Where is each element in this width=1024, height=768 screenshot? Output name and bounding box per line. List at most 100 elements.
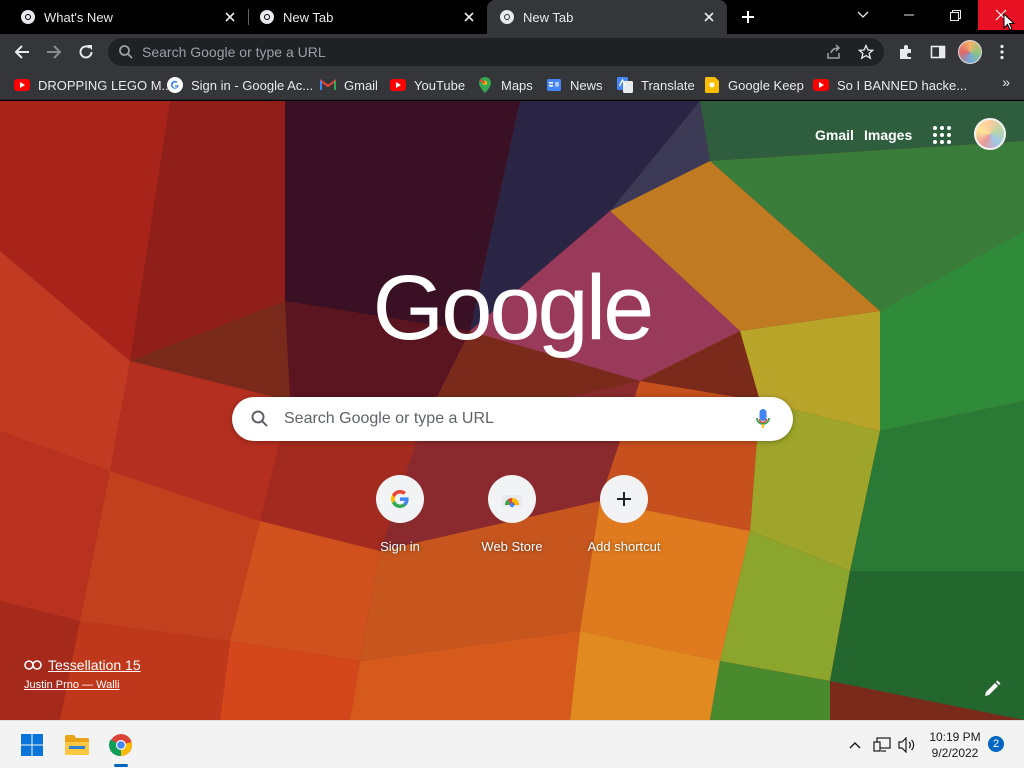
bookmark-item[interactable]: YouTube xyxy=(390,75,465,95)
images-link[interactable]: Images xyxy=(864,127,912,143)
restore-button[interactable] xyxy=(932,0,978,30)
attribution-title-link[interactable]: Tessellation 15 xyxy=(24,657,141,673)
tab-title: What's New xyxy=(44,9,113,25)
windows-logo-icon xyxy=(21,734,43,756)
profile-avatar[interactable] xyxy=(958,40,982,64)
microphone-icon[interactable] xyxy=(755,408,771,430)
restore-icon xyxy=(949,9,961,21)
back-button[interactable] xyxy=(10,40,34,64)
bookmark-item[interactable]: News xyxy=(546,75,603,95)
bookmark-label: Gmail xyxy=(344,77,378,93)
bookmark-item[interactable]: Maps xyxy=(477,75,533,95)
tab-close-icon[interactable] xyxy=(222,9,238,25)
share-icon xyxy=(827,44,841,59)
gmail-link[interactable]: Gmail xyxy=(815,127,854,143)
volume-button[interactable] xyxy=(897,735,917,755)
bookmarks-overflow-chevron-icon[interactable]: » xyxy=(1002,74,1010,90)
file-explorer-button[interactable] xyxy=(61,729,93,761)
shortcut-icon-circle xyxy=(376,475,424,523)
shortcut-add[interactable]: Add shortcut xyxy=(568,475,680,554)
reload-button[interactable] xyxy=(74,40,98,64)
tab-whats-new[interactable]: What's New xyxy=(0,0,248,34)
shortcut-label: Web Store xyxy=(481,539,543,554)
link-icon xyxy=(24,660,42,670)
bookmark-label: News xyxy=(570,77,603,93)
network-button[interactable] xyxy=(872,735,892,755)
tab-strip: What's New New Tab New Tab xyxy=(0,0,1024,34)
shortcut-sign-in[interactable]: Sign in xyxy=(344,475,456,554)
search-icon xyxy=(251,410,268,427)
translate-icon xyxy=(617,77,633,93)
customize-pencil-icon[interactable] xyxy=(982,679,1002,699)
google-apps-icon[interactable] xyxy=(930,123,954,147)
bookmark-item[interactable]: Google Keep xyxy=(704,75,804,95)
share-button[interactable] xyxy=(824,44,844,60)
active-app-indicator xyxy=(114,764,128,767)
bookmark-label: Maps xyxy=(501,77,533,93)
maps-icon xyxy=(477,77,493,93)
omnibox-placeholder: Search Google or type a URL xyxy=(142,44,326,60)
bookmark-item[interactable]: So I BANNED hacke... xyxy=(813,75,967,95)
close-window-button[interactable] xyxy=(978,0,1024,30)
new-tab-page: Gmail Images Google Search Google or typ… xyxy=(0,101,1024,720)
search-icon xyxy=(119,45,133,59)
arrow-right-icon xyxy=(47,45,62,59)
minimize-button[interactable] xyxy=(886,0,932,30)
tab-new-tab-active[interactable]: New Tab xyxy=(487,0,727,34)
google-icon xyxy=(391,490,409,508)
bookmark-item[interactable]: Sign in - Google Ac... xyxy=(167,75,313,95)
attribution-title: Tessellation 15 xyxy=(48,657,141,673)
youtube-icon xyxy=(813,77,829,93)
chevron-up-icon xyxy=(849,742,861,749)
bookmark-item[interactable]: Translate xyxy=(617,75,695,95)
notification-badge[interactable]: 2 xyxy=(988,736,1004,752)
search-placeholder: Search Google or type a URL xyxy=(284,410,494,427)
bookmark-star-button[interactable] xyxy=(856,44,876,60)
shortcut-icon-circle xyxy=(488,475,536,523)
forward-button[interactable] xyxy=(42,40,66,64)
bookmark-item[interactable]: Gmail xyxy=(320,75,378,95)
plus-icon xyxy=(742,11,754,23)
kebab-menu-icon xyxy=(1000,44,1004,60)
taskbar-clock[interactable]: 10:19 PM 9/2/2022 xyxy=(924,729,986,761)
tab-search-button[interactable] xyxy=(840,0,886,30)
tab-close-icon[interactable] xyxy=(701,9,717,25)
side-panel-button[interactable] xyxy=(926,40,950,64)
star-icon xyxy=(858,44,874,60)
tab-new-tab-1[interactable]: New Tab xyxy=(239,0,487,34)
bookmark-label: Translate xyxy=(641,77,695,93)
shortcut-web-store[interactable]: Web Store xyxy=(456,475,568,554)
background-attribution: Tessellation 15 Justin Prno — Walli xyxy=(24,657,141,691)
keep-icon xyxy=(704,77,720,93)
bookmark-label: YouTube xyxy=(414,77,466,93)
account-avatar[interactable] xyxy=(974,118,1006,150)
reload-icon xyxy=(79,45,93,59)
windows-taskbar: 10:19 PM 9/2/2022 xyxy=(0,720,1024,768)
puzzle-icon xyxy=(900,45,911,59)
show-hidden-icons-button[interactable] xyxy=(845,735,865,755)
chrome-taskbar-button[interactable] xyxy=(105,729,137,761)
clock-time: 10:19 PM xyxy=(929,730,981,744)
mouse-cursor-icon xyxy=(1003,13,1015,31)
bookmark-item[interactable]: DROPPING LEGO M... xyxy=(14,75,172,95)
search-box[interactable]: Search Google or type a URL xyxy=(232,397,793,441)
attribution-author[interactable]: Justin Prno — Walli xyxy=(24,679,141,691)
tab-close-icon[interactable] xyxy=(461,9,477,25)
extensions-button[interactable] xyxy=(894,40,918,64)
new-tab-button[interactable] xyxy=(734,4,762,30)
omnibox[interactable]: Search Google or type a URL xyxy=(108,38,884,66)
tab-title: New Tab xyxy=(283,9,334,25)
bookmark-label: So I BANNED hacke... xyxy=(837,77,968,93)
minimize-icon xyxy=(904,14,914,16)
youtube-icon xyxy=(14,77,30,93)
youtube-icon xyxy=(390,77,406,93)
folder-icon xyxy=(65,735,89,755)
bookmark-label: Sign in - Google Ac... xyxy=(191,77,314,93)
arrow-left-icon xyxy=(14,45,29,59)
shortcut-label: Add shortcut xyxy=(587,539,661,554)
chrome-menu-button[interactable] xyxy=(990,40,1014,64)
network-icon xyxy=(873,737,891,752)
speaker-icon xyxy=(898,737,915,753)
chrome-icon xyxy=(500,10,514,24)
start-button[interactable] xyxy=(16,729,48,761)
